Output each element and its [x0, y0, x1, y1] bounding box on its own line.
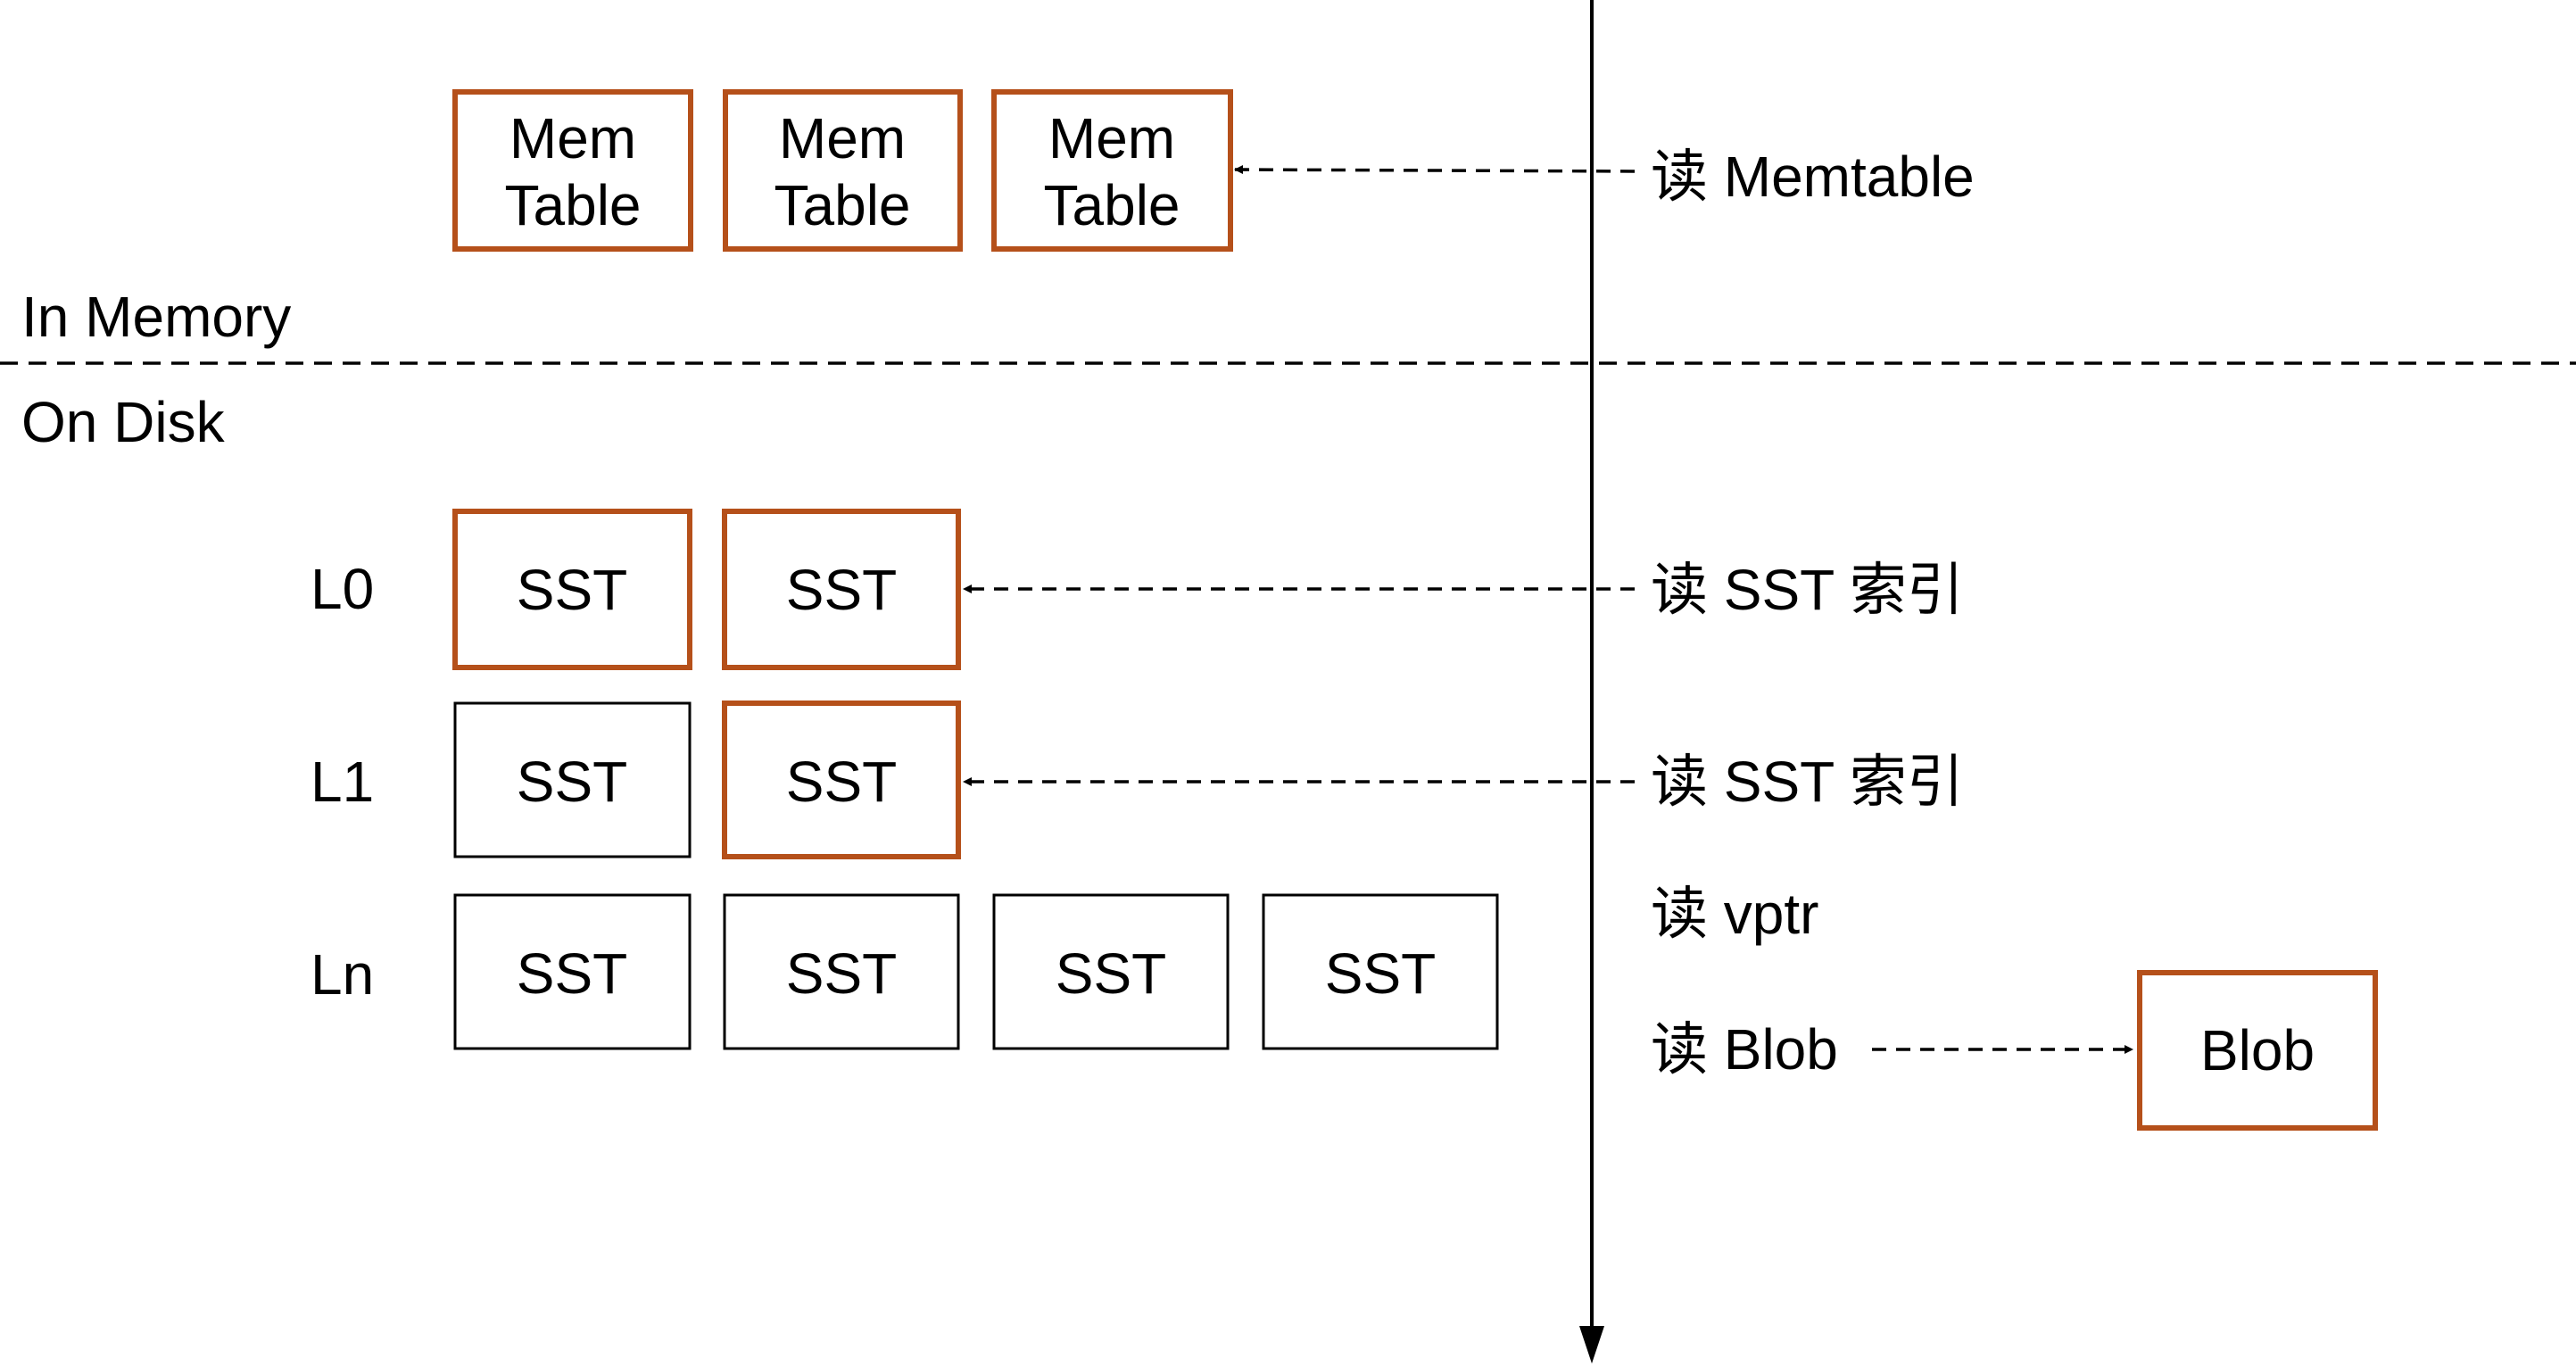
- memtable-box: Mem Table: [991, 89, 1233, 252]
- blob-label: Blob: [2200, 1018, 2315, 1082]
- sst-label: SST: [786, 750, 897, 814]
- memtable-row: Mem Table Mem Table Mem Table: [452, 89, 1233, 252]
- memtable-label-line2: Table: [774, 173, 911, 237]
- memtable-label-line1: Mem: [1048, 106, 1175, 170]
- level-label-ln: Ln: [311, 942, 374, 1007]
- level-ln-row: SST SST SST SST: [453, 893, 1499, 1050]
- read-step-sst-l0: 读 SST 索引: [1651, 558, 1964, 622]
- level-label-l0: L0: [311, 557, 374, 621]
- sst-box: SST: [452, 509, 692, 670]
- on-disk-label: On Disk: [21, 390, 226, 454]
- blob-box: Blob: [2137, 970, 2378, 1131]
- in-memory-label: In Memory: [21, 285, 291, 349]
- level-l0-row: SST SST: [452, 509, 961, 670]
- read-arrow-memtable: [1234, 165, 1636, 175]
- read-step-blob: 读 Blob: [1651, 1017, 1838, 1082]
- sst-box: SST: [723, 893, 960, 1050]
- sst-box: SST: [722, 701, 961, 859]
- sst-label: SST: [1325, 941, 1436, 1006]
- memtable-label-line2: Table: [1044, 173, 1180, 237]
- memtable-label-line2: Table: [505, 173, 642, 237]
- read-step-vptr: 读 vptr: [1651, 882, 1818, 946]
- read-step-sst-l1: 读 SST 索引: [1651, 750, 1964, 814]
- sst-box: SST: [992, 893, 1230, 1050]
- sst-label: SST: [517, 750, 627, 814]
- sst-box: SST: [453, 701, 692, 858]
- lsm-read-path-diagram: In Memory On Disk Mem Table Mem Table Me…: [0, 0, 2576, 1364]
- sst-label: SST: [517, 558, 627, 622]
- sst-label: SST: [517, 941, 627, 1006]
- memtable-box: Mem Table: [452, 89, 693, 252]
- sst-box: SST: [1262, 893, 1499, 1050]
- sst-box: SST: [722, 509, 961, 670]
- axis-arrow-icon: [1579, 1326, 1604, 1364]
- sst-box: SST: [453, 893, 692, 1050]
- memtable-label-line1: Mem: [509, 106, 636, 170]
- level-l1-row: SST SST: [453, 701, 961, 859]
- sst-label: SST: [1056, 941, 1166, 1006]
- sst-label: SST: [786, 941, 897, 1006]
- memtable-label-line1: Mem: [779, 106, 906, 170]
- read-path-axis: [1579, 0, 1604, 1364]
- sst-label: SST: [786, 558, 897, 622]
- level-label-l1: L1: [311, 750, 374, 814]
- memtable-box: Mem Table: [723, 89, 963, 252]
- read-step-memtable: 读 Memtable: [1651, 145, 1975, 209]
